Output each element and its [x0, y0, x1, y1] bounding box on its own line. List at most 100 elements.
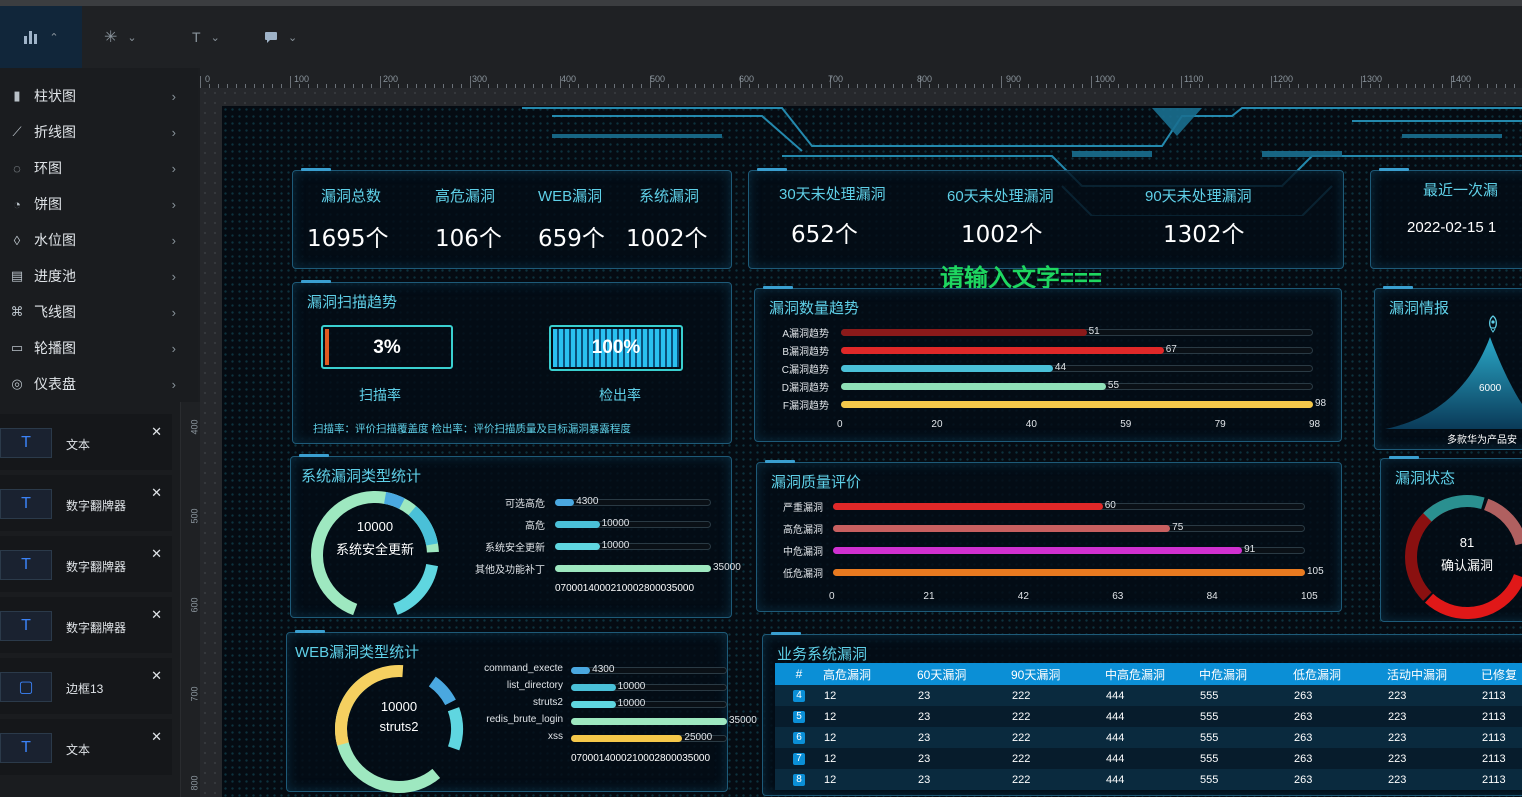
- close-icon[interactable]: ✕: [151, 668, 162, 684]
- close-icon[interactable]: ✕: [151, 424, 162, 440]
- rocket-icon: [1485, 315, 1501, 338]
- close-icon[interactable]: ✕: [151, 729, 162, 745]
- ruler-label: 900: [1006, 74, 1022, 84]
- table-cell: 444: [1106, 731, 1125, 744]
- ruler-label: 1000: [1095, 74, 1116, 84]
- layer-item[interactable]: T 数字翻牌器 ✕: [0, 536, 172, 592]
- menu-item-7[interactable]: ⌘ 飞线图 ›: [0, 294, 198, 330]
- chart-components-button[interactable]: ⌃: [0, 6, 82, 68]
- menu-item-label: 柱状图: [34, 88, 76, 104]
- gauge-icon: ◎: [11, 376, 23, 391]
- table-row[interactable]: 4 12 23 222 444 555 263 223 2113: [775, 685, 1522, 706]
- row-index: 7: [775, 748, 823, 769]
- ruler-tick: [290, 76, 291, 88]
- row-index-badge: 6: [793, 732, 805, 744]
- table-header-cell[interactable]: #: [775, 663, 823, 685]
- menu-item-3[interactable]: ◌ 环图 ›: [0, 150, 198, 186]
- chevron-down-icon: ⌄: [288, 31, 298, 44]
- bar: [833, 503, 1103, 510]
- table-header-cell[interactable]: 90天漏洞: [1011, 663, 1105, 685]
- text-layer-icon: T: [0, 550, 52, 580]
- close-icon[interactable]: ✕: [151, 607, 162, 623]
- ruler-label: 300: [472, 74, 488, 84]
- table-cell: 555: [1200, 752, 1219, 765]
- chevron-up-icon: ⌃: [49, 31, 59, 44]
- scan-trend-title: 漏洞扫描趋势: [307, 294, 398, 311]
- layer-name: 数字翻牌器: [66, 499, 127, 513]
- bar: [571, 667, 591, 674]
- ruler-label: 400: [189, 419, 200, 435]
- layer-item[interactable]: T 数字翻牌器 ✕: [0, 475, 172, 531]
- quality-title: 漏洞质量评价: [771, 474, 862, 491]
- layer-item[interactable]: T 文本 ✕: [0, 414, 172, 470]
- menu-item-5[interactable]: ◊ 水位图 ›: [0, 222, 198, 258]
- detect-rate-gauge: 100%: [549, 325, 683, 371]
- ruler-tick: [470, 76, 471, 88]
- bar-value-label: 10000: [601, 518, 630, 529]
- ring-chart-icon: ◌: [13, 160, 21, 176]
- bar-label: 中危漏洞: [783, 547, 823, 558]
- menu-item-9[interactable]: ◎ 仪表盘 ›: [0, 366, 198, 402]
- table-cell: 2113: [1482, 752, 1506, 765]
- ruler-label: 0: [205, 74, 211, 84]
- close-icon[interactable]: ✕: [151, 546, 162, 562]
- menu-item-4[interactable]: ◔ 饼图 ›: [0, 186, 198, 222]
- sys-type-panel: 系统漏洞类型统计 10000 系统安全更新 可选高危 4300 高危 10000 系统安…: [290, 454, 741, 619]
- table-cell: 222: [1012, 773, 1031, 786]
- intel-value: 6000: [1479, 383, 1502, 394]
- table-header-cell[interactable]: 活动中漏洞: [1387, 663, 1481, 685]
- recent-scan-panel: 最近一次漏 2022-02-15 1: [1370, 168, 1522, 269]
- component-panel: ▮ 柱状图 › ⟋ 折线图 › ◌ 环图 › ◔ 饼图 › ◊ 水位图 › ▤ 进度池 ›…: [0, 68, 198, 797]
- ruler-label: 400: [561, 74, 577, 84]
- table-header-cell[interactable]: 高危漏洞: [823, 663, 917, 685]
- table-header-cell[interactable]: 已修复: [1481, 663, 1522, 685]
- table-cell: 222: [1012, 731, 1031, 744]
- menu-item-label: 饼图: [34, 196, 62, 212]
- bar-value-label: 44: [1054, 362, 1067, 373]
- interaction-components-button[interactable]: ⌄: [264, 6, 297, 68]
- bar-label: 高危漏洞: [783, 525, 823, 536]
- menu-item-8[interactable]: ▭ 轮播图 ›: [0, 330, 198, 366]
- table-cell: 444: [1106, 752, 1125, 765]
- layer-item[interactable]: T 文本 ✕: [0, 719, 172, 775]
- layer-item[interactable]: T 数字翻牌器 ✕: [0, 597, 172, 653]
- table-cell: 12: [824, 773, 837, 786]
- menu-item-6[interactable]: ▤ 进度池 ›: [0, 258, 198, 294]
- text-layer-icon: T: [0, 489, 52, 519]
- layer-item[interactable]: ▢ 边框13 ✕: [0, 658, 172, 714]
- menu-item-2[interactable]: ⟋ 折线图 ›: [0, 114, 198, 150]
- table-row[interactable]: 5 12 23 222 444 555 263 223 2113: [775, 706, 1522, 727]
- row-index: 6: [775, 727, 823, 748]
- menu-item-1[interactable]: ▮ 柱状图 ›: [0, 78, 198, 114]
- table-header-cell[interactable]: 低危漏洞: [1293, 663, 1387, 685]
- close-icon[interactable]: ✕: [151, 485, 162, 501]
- layer-name: 文本: [66, 438, 91, 452]
- table-cell: 23: [918, 752, 931, 765]
- text-components-button[interactable]: T ⌄: [192, 6, 220, 68]
- bar-value-label: 105: [1307, 566, 1324, 577]
- ruler-tick: [1001, 76, 1002, 88]
- bar-label: list_directory: [506, 680, 563, 691]
- ruler-label: 600: [739, 74, 755, 84]
- dashboard-screen[interactable]: 漏洞总数 高危漏洞 WEB漏洞 系统漏洞 1695个 106个 659个 100…: [222, 106, 1522, 797]
- table-header-cell[interactable]: 60天漏洞: [917, 663, 1011, 685]
- bar-label: 其他及功能补丁: [475, 565, 545, 576]
- status-label: 确认漏洞: [1440, 558, 1493, 573]
- bar-value-label: 10000: [617, 698, 646, 709]
- menu-item-label: 环图: [34, 160, 62, 176]
- table-row[interactable]: 7 12 23 222 444 555 263 223 2113: [775, 748, 1522, 769]
- table-cell: 222: [1012, 689, 1031, 702]
- table-header-cell[interactable]: 中危漏洞: [1199, 663, 1293, 685]
- ruler-label: 500: [189, 508, 200, 524]
- decoration-components-button[interactable]: ✳ ⌄: [104, 6, 137, 68]
- bar: [841, 365, 1053, 372]
- table-cell: 2113: [1482, 710, 1506, 723]
- web-vuln-value: 659个: [538, 226, 605, 252]
- bar-value-label: 35000: [729, 715, 757, 726]
- scan-rate-gauge: 3%: [321, 325, 453, 369]
- text-layer-icon: T: [0, 733, 52, 763]
- ruler-label: 600: [189, 597, 200, 613]
- table-header-cell[interactable]: 中高危漏洞: [1105, 663, 1199, 685]
- table-row[interactable]: 8 12 23 222 444 555 263 223 2113: [775, 769, 1522, 790]
- table-row[interactable]: 6 12 23 222 444 555 263 223 2113: [775, 727, 1522, 748]
